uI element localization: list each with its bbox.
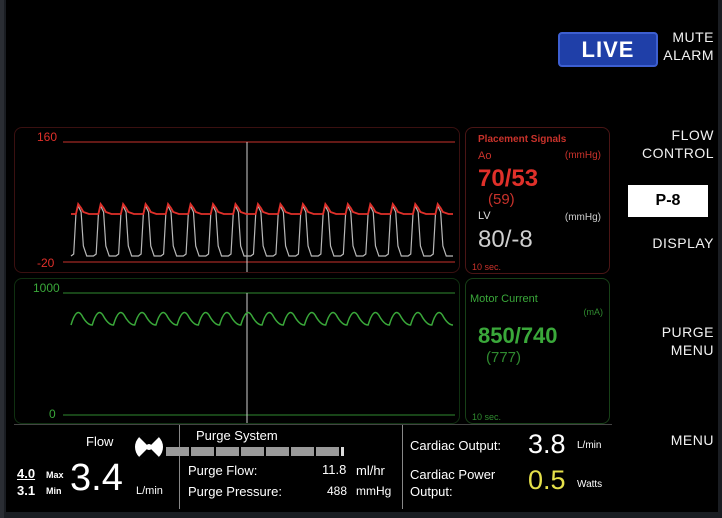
ao-label: Ao [478, 150, 492, 162]
placement-signals-panel: Placement Signals Ao (mmHg) 70/53 (59) L… [465, 127, 610, 274]
purge-pressure-label: Purge Pressure: [188, 484, 282, 499]
divider [402, 425, 403, 509]
ao-mean: (59) [488, 191, 515, 208]
pressure-waveform-panel: 160 -20 [14, 127, 460, 273]
flow-control-button[interactable]: FLOW CONTROL [642, 126, 714, 162]
cardiac-power-value: 0.5 [528, 465, 566, 495]
placement-signals-title: Placement Signals [478, 134, 567, 145]
purge-flow-label: Purge Flow: [188, 463, 258, 478]
gauge-segment [216, 447, 239, 456]
time-scale-label: 10 sec. [472, 262, 502, 272]
purge-menu-button[interactable]: PURGE MENU [662, 323, 714, 359]
motor-current-value: 850/740 [478, 323, 558, 348]
motor-current-panel: Motor Current (mA) 850/740 (777) 10 sec. [465, 278, 610, 424]
cardiac-power-label-1: Cardiac Power [410, 467, 496, 482]
gauge-segment [291, 447, 314, 456]
purge-menu-line1: PURGE [661, 324, 714, 340]
flow-min-label: Min [46, 486, 62, 496]
p-level-indicator[interactable]: P-8 [628, 185, 708, 217]
purge-pressure-unit: mmHg [356, 484, 392, 498]
motor-current-mean: (777) [486, 349, 522, 366]
motor-current-title: Motor Current [470, 293, 538, 305]
purge-flow-unit: ml/hr [356, 463, 385, 478]
status-bar: Flow 4.0 Max 3.1 Min 3.4 L/min Purge Sys… [14, 424, 612, 509]
live-indicator: LIVE [558, 32, 658, 67]
purge-flow-value: 11.8 [322, 462, 347, 477]
flow-max-value: 4.0 [17, 466, 36, 481]
lv-pressure-trace [70, 204, 453, 257]
cardiac-power-label-2: Output: [410, 484, 453, 499]
lv-unit: (mmHg) [564, 212, 601, 223]
motor-current-unit: (mA) [583, 307, 604, 317]
purge-menu-line2: MENU [670, 342, 714, 358]
gauge-segment [166, 447, 189, 456]
flow-value: 3.4 [70, 457, 123, 499]
gauge-end [341, 447, 344, 456]
display-button[interactable]: DISPLAY [652, 234, 714, 252]
flow-max-label: Max [46, 470, 64, 480]
pressure-waveform-graph [63, 141, 455, 272]
flow-control-line1: FLOW [671, 127, 714, 143]
gauge-segment [316, 447, 339, 456]
motor-current-trace [70, 311, 454, 326]
purge-system-label: Purge System [196, 428, 278, 443]
gauge-segment [241, 447, 264, 456]
flow-label: Flow [86, 434, 114, 449]
cardiac-output-value: 3.8 [528, 429, 566, 459]
menu-button[interactable]: MENU [671, 431, 714, 449]
mute-alarm-line1: MUTE [672, 29, 714, 45]
gauge-segment [266, 447, 289, 456]
mute-alarm-line2: ALARM [663, 47, 714, 63]
purge-pressure-value: 488 [327, 484, 348, 498]
monitor-bezel [0, 0, 4, 518]
motor-current-waveform-panel: 1000 0 [14, 278, 460, 424]
gauge-segment [191, 447, 214, 456]
flow-min-value: 3.1 [17, 483, 36, 498]
lv-label: LV [478, 210, 491, 222]
impeller-icon [135, 432, 163, 462]
ao-value: 70/53 [478, 165, 539, 192]
cardiac-output-label: Cardiac Output: [410, 438, 502, 453]
divider [179, 425, 180, 509]
cardiac-output-unit: L/min [577, 440, 602, 451]
cardiac-power-unit: Watts [577, 479, 603, 490]
flow-control-line2: CONTROL [642, 145, 714, 161]
ao-unit: (mmHg) [564, 150, 601, 161]
time-scale-label-2: 10 sec. [472, 412, 502, 422]
lv-value: 80/-8 [478, 226, 533, 253]
motor-current-graph [63, 292, 455, 423]
mute-alarm-button[interactable]: MUTE ALARM [663, 28, 714, 64]
flow-unit: L/min [136, 485, 163, 497]
purge-system-gauge [166, 447, 344, 456]
